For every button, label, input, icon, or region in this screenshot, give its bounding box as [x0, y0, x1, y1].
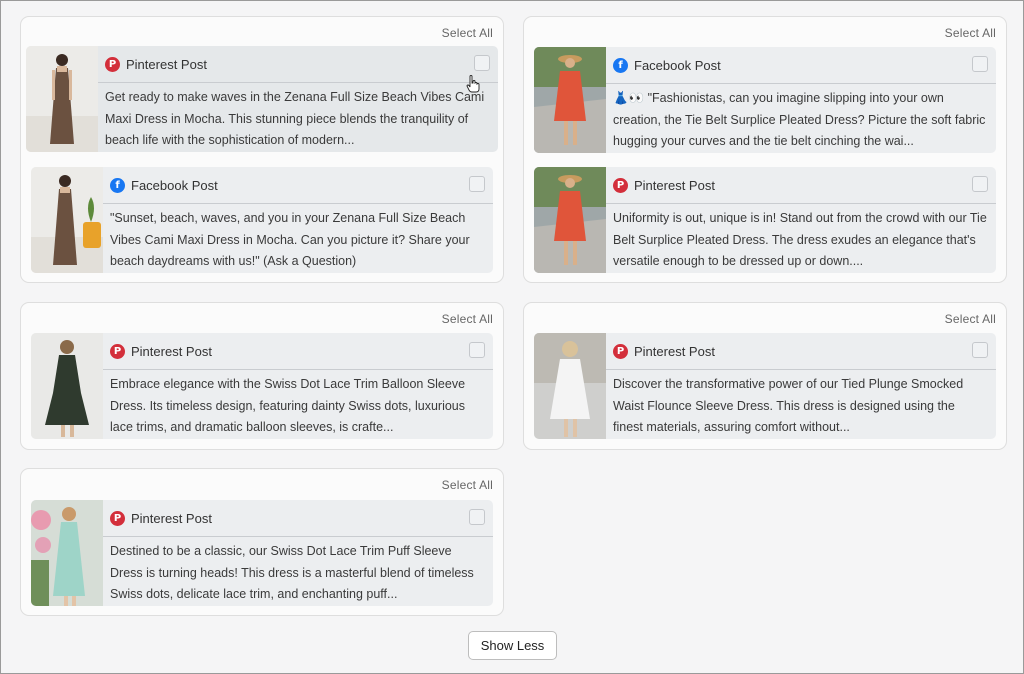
- post-card[interactable]: P Pinterest Post Destined to be a classi…: [31, 500, 493, 606]
- facebook-icon: f: [110, 177, 125, 193]
- pinterest-icon: P: [110, 343, 125, 359]
- post-checkbox[interactable]: [469, 509, 485, 525]
- select-all-button[interactable]: Select All: [945, 312, 996, 326]
- post-card[interactable]: f Facebook Post 👗👀 "Fashionistas, can yo…: [534, 47, 996, 153]
- network-label: Facebook Post: [634, 57, 721, 73]
- pinterest-icon: P: [613, 343, 628, 359]
- facebook-icon: f: [613, 57, 628, 73]
- post-checkbox[interactable]: [972, 342, 988, 358]
- select-all-button[interactable]: Select All: [442, 312, 493, 326]
- hand-cursor-icon: [466, 75, 480, 93]
- product-thumbnail: [31, 167, 103, 273]
- product-thumbnail: [534, 47, 606, 153]
- post-card[interactable]: P Pinterest Post Embrace elegance with t…: [31, 333, 493, 439]
- post-group-2: Select All f Facebook Post 👗👀 "Fashionis…: [523, 16, 1007, 283]
- post-card[interactable]: P Pinterest Post Uniformity is out, uniq…: [534, 167, 996, 273]
- post-group-4: Select All P Pinterest Post Discover the…: [523, 302, 1007, 450]
- post-checkbox[interactable]: [469, 176, 485, 192]
- post-checkbox[interactable]: [972, 56, 988, 72]
- product-thumbnail: [31, 500, 103, 606]
- network-label: Pinterest Post: [634, 177, 715, 193]
- post-text: Discover the transformative power of our…: [613, 377, 964, 434]
- post-group-5: Select All P Pinterest Post Destined to …: [20, 468, 504, 616]
- product-thumbnail: [31, 333, 103, 439]
- post-text: Embrace elegance with the Swiss Dot Lace…: [110, 377, 466, 434]
- network-label: Pinterest Post: [131, 510, 212, 526]
- pinterest-icon: P: [110, 510, 125, 526]
- post-group-3: Select All P Pinterest Post Embrace eleg…: [20, 302, 504, 450]
- select-all-button[interactable]: Select All: [442, 26, 493, 40]
- pinterest-icon: P: [613, 177, 628, 193]
- post-card[interactable]: P Pinterest Post Discover the transforma…: [534, 333, 996, 439]
- post-text: 👗👀 "Fashionistas, can you imagine slippi…: [613, 91, 986, 148]
- product-thumbnail: [534, 333, 606, 439]
- network-label: Pinterest Post: [131, 343, 212, 359]
- post-checkbox[interactable]: [469, 342, 485, 358]
- post-text: Destined to be a classic, our Swiss Dot …: [110, 544, 474, 601]
- select-all-button[interactable]: Select All: [945, 26, 996, 40]
- show-less-button[interactable]: Show Less: [468, 631, 557, 660]
- network-label: Facebook Post: [131, 177, 218, 193]
- post-text: Get ready to make waves in the Zenana Fu…: [105, 90, 485, 147]
- select-all-button[interactable]: Select All: [442, 478, 493, 492]
- post-text: Uniformity is out, unique is in! Stand o…: [613, 211, 987, 268]
- product-thumbnail: [26, 46, 98, 152]
- network-label: Pinterest Post: [634, 343, 715, 359]
- post-card[interactable]: f Facebook Post "Sunset, beach, waves, a…: [31, 167, 493, 273]
- post-group-1: Select All P Pinterest Post Get ready to…: [20, 16, 504, 283]
- post-checkbox[interactable]: [972, 176, 988, 192]
- post-checkbox[interactable]: [474, 55, 490, 71]
- product-thumbnail: [534, 167, 606, 273]
- post-text: "Sunset, beach, waves, and you in your Z…: [110, 211, 470, 268]
- network-label: Pinterest Post: [126, 56, 207, 72]
- post-card[interactable]: P Pinterest Post Get ready to make waves…: [26, 46, 498, 152]
- pinterest-icon: P: [105, 56, 120, 72]
